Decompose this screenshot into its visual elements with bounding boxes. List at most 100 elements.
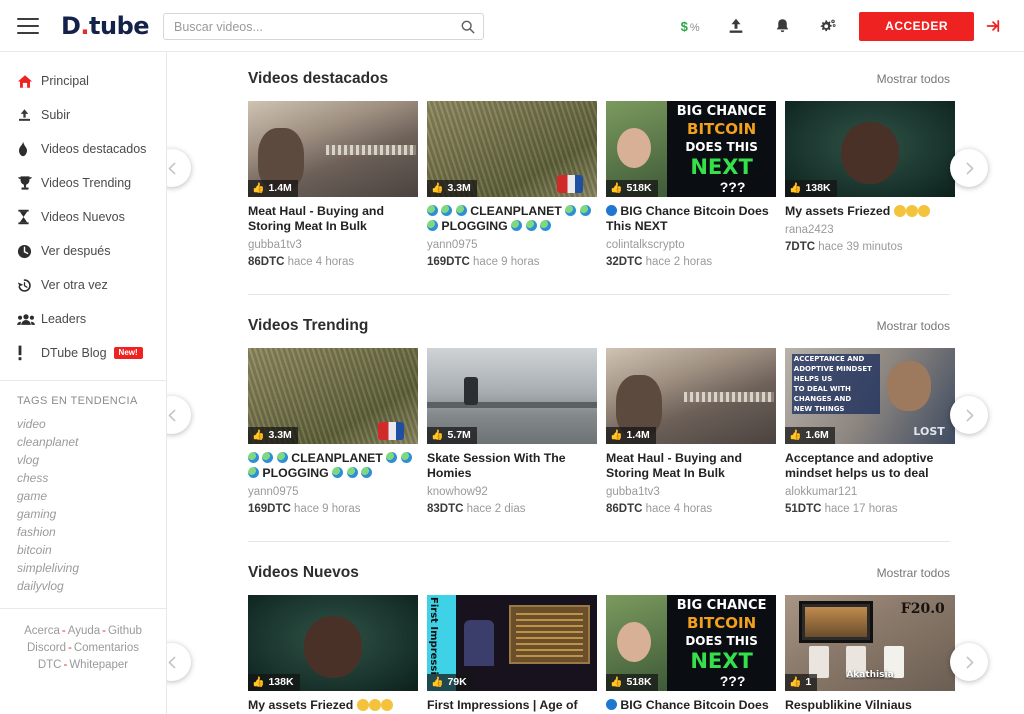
sidebar-item-principal[interactable]: Principal — [0, 64, 166, 98]
video-title[interactable]: Respublikine Vilniaus Psichiatrijos Ligo… — [785, 698, 955, 714]
video-thumbnail[interactable]: First Impressi 👍 79K — [427, 595, 597, 691]
people-icon — [17, 313, 41, 326]
video-card[interactable]: BIG CHANCE BITCOIN DOES THIS NEXT??? 👍 518K B… — [606, 595, 776, 714]
video-author[interactable]: alokkumar121 — [785, 486, 955, 498]
search-bar[interactable] — [163, 13, 484, 40]
video-title[interactable]: My assets Friezed — [248, 698, 418, 713]
video-author[interactable]: gubba1tv3 — [606, 486, 776, 498]
search-input[interactable] — [164, 19, 453, 34]
sidebar-item-label: Videos Nuevos — [41, 210, 125, 224]
video-author[interactable]: yann0975 — [248, 486, 418, 498]
show-all-link[interactable]: Mostrar todos — [877, 566, 950, 580]
video-thumbnail[interactable]: 👍 3.3M — [248, 348, 418, 444]
video-title[interactable]: Meat Haul - Buying and Storing Meat In B… — [248, 204, 418, 234]
search-icon[interactable] — [453, 20, 483, 34]
video-reward: 83DTC — [427, 503, 464, 515]
video-card[interactable]: 👍 1.4M Meat Haul - Buying and Storing Meat… — [606, 348, 776, 515]
tag-item[interactable]: bitcoin — [0, 541, 166, 559]
video-thumbnail[interactable]: 👍 3.3M — [427, 101, 597, 197]
dtube-logo[interactable]: D.tube — [61, 11, 150, 40]
video-card[interactable]: 👍 1.4M Meat Haul - Buying and Storing Meat… — [248, 101, 418, 268]
video-card[interactable]: 👍138KMy assets Friezed rana24237DTC hace… — [248, 595, 418, 714]
hamburger-icon[interactable] — [17, 17, 39, 34]
login-button[interactable]: ACCEDER — [859, 11, 974, 41]
show-all-link[interactable]: Mostrar todos — [877, 319, 950, 333]
sidebar-item-leaders[interactable]: Leaders — [0, 302, 166, 336]
video-thumbnail[interactable]: ACCEPTANCE AND ADOPTIVE MINDSET HELPS US TO… — [785, 348, 955, 444]
video-thumbnail[interactable]: BIG CHANCE BITCOIN DOES THIS NEXT??? 👍 518K — [606, 101, 776, 197]
footer-link-discord[interactable]: Discord — [27, 642, 66, 654]
sidebar-item-dtube-blog[interactable]: DTube Blog New! — [0, 336, 166, 370]
footer-link-dtc[interactable]: DTC — [38, 659, 62, 671]
notifications-bell-icon[interactable] — [759, 0, 805, 52]
login-arrow-icon[interactable] — [974, 12, 1012, 41]
video-thumbnail[interactable]: 👍 5.7M — [427, 348, 597, 444]
thumbs-up-icon: 👍 — [610, 430, 623, 441]
show-all-link[interactable]: Mostrar todos — [877, 72, 950, 86]
tag-item[interactable]: gaming — [0, 505, 166, 523]
footer-link-ayuda[interactable]: Ayuda — [68, 625, 100, 637]
footer-link-acerca[interactable]: Acerca — [24, 625, 60, 637]
video-card[interactable]: 👍 3.3M CLEANPLANET PLOGGING yann0975 169DT… — [427, 101, 597, 268]
sidebar-item-ver-despues[interactable]: Ver después — [0, 234, 166, 268]
video-thumbnail[interactable]: F20.0 Akathisia 👍 1 — [785, 595, 955, 691]
video-card[interactable]: 👍 3.3M CLEANPLANET PLOGGING yann0975 169DT… — [248, 348, 418, 515]
sidebar-item-ver-otra-vez[interactable]: Ver otra vez — [0, 268, 166, 302]
carousel-prev-button[interactable] — [167, 149, 191, 187]
fire-icon — [17, 141, 41, 157]
sidebar-item-videos-trending[interactable]: Videos Trending — [0, 166, 166, 200]
tag-item[interactable]: simpleliving — [0, 559, 166, 577]
video-meta: 169DTC hace 9 horas — [248, 503, 418, 515]
footer-separator: - — [63, 659, 68, 671]
video-author[interactable]: colintalkscrypto — [606, 239, 776, 251]
video-author[interactable]: knowhow92 — [427, 486, 597, 498]
video-thumbnail[interactable]: 👍 1.4M — [606, 348, 776, 444]
tag-item[interactable]: cleanplanet — [0, 433, 166, 451]
card-list: 👍 3.3M CLEANPLANET PLOGGING yann0975 169DT… — [248, 348, 955, 515]
video-meta: 86DTC hace 4 horas — [248, 256, 418, 268]
video-author[interactable]: rana2423 — [785, 224, 955, 236]
footer-link-comentarios[interactable]: Comentarios — [74, 642, 139, 654]
tag-item[interactable]: video — [0, 415, 166, 433]
tag-item[interactable]: vlog — [0, 451, 166, 469]
carousel-next-button[interactable] — [950, 643, 988, 681]
footer-link-whitepaper[interactable]: Whitepaper — [69, 659, 128, 671]
video-title[interactable]: First Impressions | Age of Grit [Early A… — [427, 698, 597, 714]
video-thumbnail[interactable]: 👍 138K — [248, 595, 418, 691]
tag-item[interactable]: game — [0, 487, 166, 505]
carousel-prev-button[interactable] — [167, 643, 191, 681]
carousel-next-button[interactable] — [950, 149, 988, 187]
video-thumbnail[interactable]: BIG CHANCE BITCOIN DOES THIS NEXT??? 👍 518K — [606, 595, 776, 691]
footer-link-github[interactable]: Github — [108, 625, 142, 637]
video-thumbnail[interactable]: 👍 1.4M — [248, 101, 418, 197]
video-card[interactable]: First Impressi 👍 79K First Impressions | Ag… — [427, 595, 597, 714]
video-title[interactable]: My assets Friezed — [785, 204, 955, 219]
sidebar-item-videos-destacados[interactable]: Videos destacados — [0, 132, 166, 166]
video-card[interactable]: BIG CHANCE BITCOIN DOES THIS NEXT??? 👍 518K B… — [606, 101, 776, 268]
video-title[interactable]: BIG Chance Bitcoin Does This NEXT — [606, 698, 776, 714]
video-title[interactable]: Meat Haul - Buying and Storing Meat In B… — [606, 451, 776, 481]
video-title[interactable]: BIG Chance Bitcoin Does This NEXT — [606, 204, 776, 234]
video-title[interactable]: Skate Session With The Homies — [427, 451, 597, 481]
video-title[interactable]: Acceptance and adoptive mindset helps us… — [785, 451, 955, 481]
video-author[interactable]: yann0975 — [427, 239, 597, 251]
upload-icon[interactable] — [713, 0, 759, 52]
video-title[interactable]: CLEANPLANET PLOGGING — [427, 204, 597, 234]
sidebar-item-videos-nuevos[interactable]: Videos Nuevos — [0, 200, 166, 234]
tag-item[interactable]: dailyvlog — [0, 577, 166, 595]
video-card[interactable]: ACCEPTANCE AND ADOPTIVE MINDSET HELPS US TO… — [785, 348, 955, 515]
sidebar-item-subir[interactable]: Subir — [0, 98, 166, 132]
video-card[interactable]: 👍138KMy assets Friezed rana24237DTC hace… — [785, 101, 955, 268]
settings-gear-icon[interactable] — [805, 0, 851, 52]
logo-text-tube: tube — [89, 11, 150, 40]
carousel-next-button[interactable] — [950, 396, 988, 434]
tag-item[interactable]: fashion — [0, 523, 166, 541]
video-card[interactable]: 👍 5.7M Skate Session With The Homies knowho… — [427, 348, 597, 515]
price-indicator[interactable]: $% — [667, 0, 713, 52]
tag-item[interactable]: chess — [0, 469, 166, 487]
video-thumbnail[interactable]: 👍 138K — [785, 101, 955, 197]
video-card[interactable]: F20.0Akathisia👍1 Respublikine Vilniaus Ps… — [785, 595, 955, 714]
video-title[interactable]: CLEANPLANET PLOGGING — [248, 451, 418, 481]
carousel-prev-button[interactable] — [167, 396, 191, 434]
video-author[interactable]: gubba1tv3 — [248, 239, 418, 251]
